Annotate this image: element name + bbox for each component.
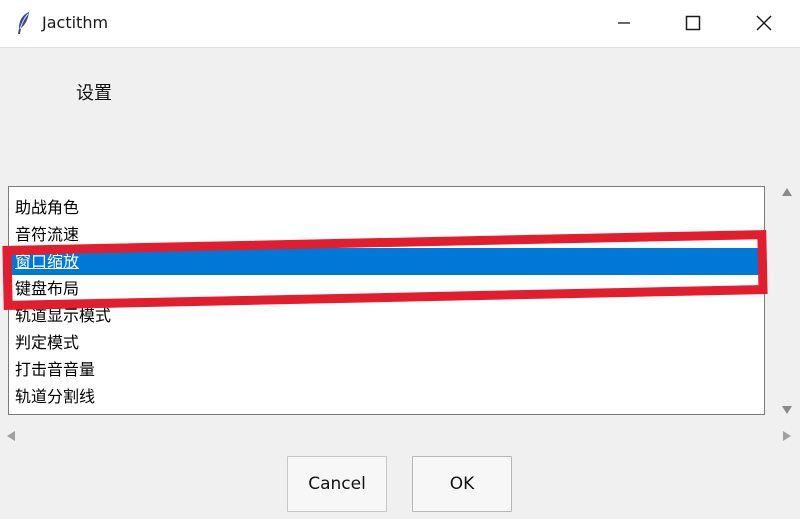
list-item[interactable]: 音符流速 bbox=[9, 221, 764, 248]
settings-listbox[interactable]: 助战角色 音符流速 窗口缩放 键盘布局 轨道显示模式 判定模式 打击音音量 轨道… bbox=[8, 186, 765, 415]
scroll-down-icon[interactable] bbox=[781, 405, 793, 415]
list-item[interactable]: 轨道分割线 bbox=[9, 383, 764, 410]
vertical-scrollbar[interactable] bbox=[776, 183, 798, 421]
maximize-button[interactable] bbox=[661, 0, 725, 46]
feather-icon bbox=[18, 12, 29, 34]
minimize-icon bbox=[618, 22, 630, 24]
list-item[interactable]: 助战角色 bbox=[9, 194, 764, 221]
close-icon bbox=[756, 15, 772, 31]
cancel-button[interactable]: Cancel bbox=[287, 456, 387, 512]
close-button[interactable] bbox=[732, 0, 796, 46]
window-title: Jactithm bbox=[42, 13, 109, 32]
maximize-icon bbox=[685, 15, 701, 31]
scroll-left-icon[interactable] bbox=[6, 430, 16, 442]
scroll-right-icon[interactable] bbox=[782, 430, 792, 442]
horizontal-scrollbar[interactable] bbox=[0, 426, 800, 446]
minimize-button[interactable] bbox=[592, 0, 656, 46]
dialog-heading: 设置 bbox=[76, 83, 112, 104]
list-item-selected[interactable]: 窗口缩放 bbox=[9, 248, 764, 275]
scroll-up-icon[interactable] bbox=[781, 187, 793, 197]
list-item[interactable]: 打击音音量 bbox=[9, 356, 764, 383]
list-item[interactable]: 键盘布局 bbox=[9, 275, 764, 302]
list-item[interactable]: 轨道显示模式 bbox=[9, 302, 764, 329]
ok-button[interactable]: OK bbox=[412, 456, 512, 512]
title-bar: Jactithm bbox=[0, 0, 800, 48]
list-item[interactable]: 判定模式 bbox=[9, 329, 764, 356]
